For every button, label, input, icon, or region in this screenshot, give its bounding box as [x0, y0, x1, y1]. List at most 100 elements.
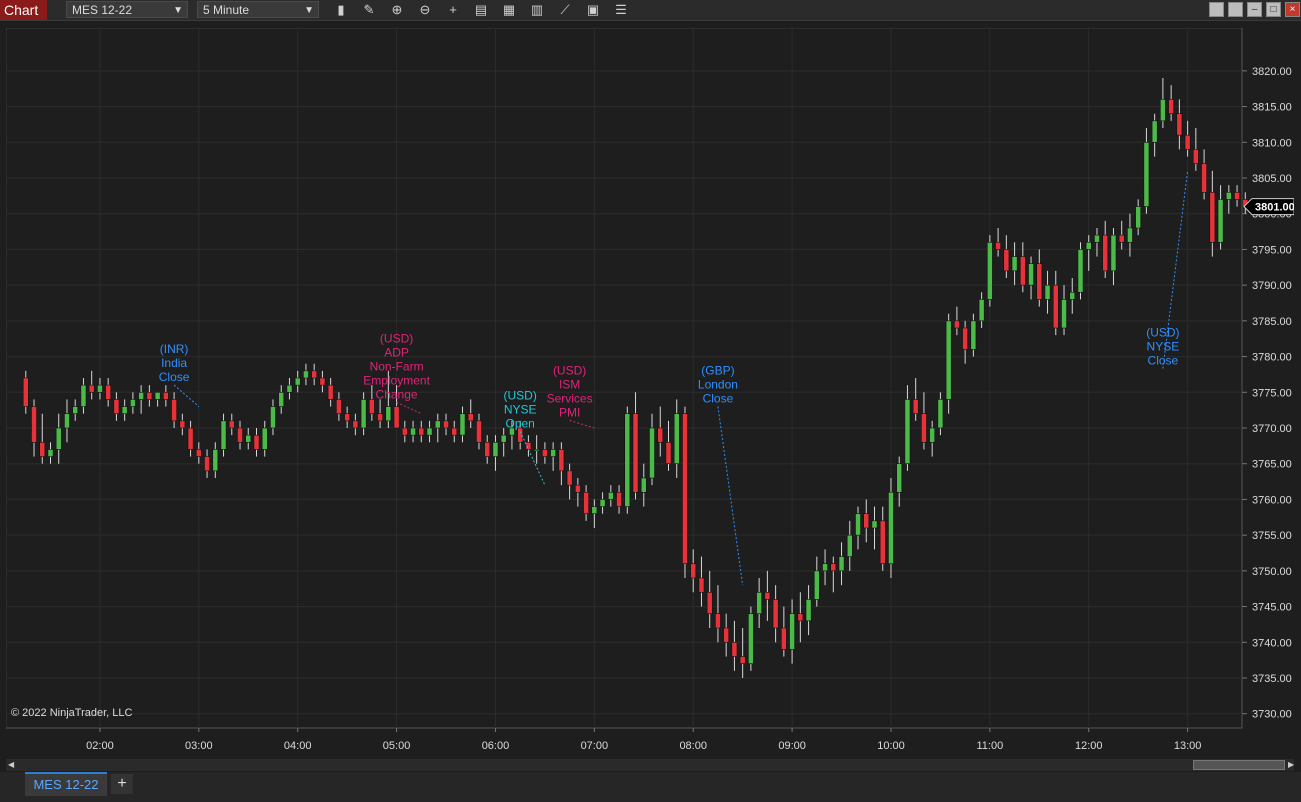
y-tick-label: 3735.00	[1252, 673, 1292, 685]
tab-instrument[interactable]: MES 12-22	[25, 772, 107, 796]
candle-body	[97, 384, 103, 393]
y-tick-label: 3820.00	[1252, 66, 1292, 78]
candle-body	[665, 441, 672, 465]
candle-body	[781, 627, 787, 650]
candle-body	[261, 427, 268, 450]
candle-body	[566, 470, 573, 486]
candle-body	[451, 427, 458, 436]
candle-body	[443, 420, 449, 429]
candle-body	[1234, 191, 1240, 200]
candle-body	[344, 413, 350, 422]
zoom-out-icon[interactable]: ⊖	[416, 1, 434, 19]
candle-body	[756, 591, 762, 615]
scroll-thumb[interactable]	[1193, 760, 1285, 770]
candle-body	[500, 434, 507, 443]
candle-body	[146, 391, 153, 400]
y-tick-label: 3760.00	[1252, 494, 1292, 506]
x-tick-label: 13:00	[1174, 740, 1202, 752]
candle-body	[888, 491, 894, 565]
candle-body	[410, 427, 416, 436]
list-icon[interactable]: ☰	[612, 1, 630, 19]
crosshair-icon[interactable]: +	[444, 1, 462, 19]
price-chart[interactable]: 3730.00 3735.00 3740.00 3745.00 3750.00 3755.…	[6, 28, 1294, 760]
link-icon[interactable]	[1228, 2, 1243, 17]
chart-title-tab[interactable]: Chart	[0, 0, 47, 20]
candle-body	[706, 591, 713, 615]
minimize-icon[interactable]: –	[1247, 2, 1262, 17]
interval-selector[interactable]: 5 Minute ▼	[197, 1, 319, 18]
candle-body	[682, 413, 688, 565]
zoom-in-icon[interactable]: ⊕	[388, 1, 406, 19]
candle-body	[311, 370, 318, 379]
close-icon[interactable]: ×	[1285, 2, 1300, 17]
candle-body	[1217, 199, 1224, 243]
candle-body	[1044, 284, 1051, 300]
candle-body	[130, 399, 136, 407]
candle-body	[632, 413, 639, 493]
candle-body	[294, 377, 301, 386]
candle-body	[327, 384, 334, 400]
candle-body	[228, 420, 235, 429]
templates-icon[interactable]: ▦	[500, 1, 518, 19]
candle-body	[830, 563, 837, 572]
candle-body	[426, 427, 433, 436]
scroll-right-icon[interactable]: ▶	[1288, 760, 1294, 769]
horizontal-scrollbar[interactable]	[6, 759, 1294, 771]
maximize-icon[interactable]: □	[1266, 2, 1281, 17]
y-tick-label: 3755.00	[1252, 530, 1292, 542]
candle-body	[1011, 256, 1018, 272]
candle-body	[459, 413, 466, 436]
candle-body	[121, 406, 128, 415]
candle-body	[1193, 149, 1199, 165]
candle-body	[303, 370, 309, 379]
bar-type-icon[interactable]: ▮	[332, 1, 350, 19]
x-tick-label: 12:00	[1075, 740, 1103, 752]
add-tab-button[interactable]: +	[111, 774, 133, 794]
candle-body	[1094, 234, 1100, 243]
candle-body	[995, 241, 1001, 250]
data-box-icon[interactable]: ▣	[584, 1, 602, 19]
candle-body	[1168, 99, 1174, 115]
candle-body	[657, 427, 664, 443]
candle-body	[772, 599, 779, 629]
strategies-icon[interactable]: ⟋	[556, 1, 574, 19]
candle-body	[1127, 227, 1133, 243]
pencil-icon[interactable]: ✎	[360, 1, 378, 19]
candle-body	[987, 241, 993, 300]
candle-body	[871, 520, 878, 529]
copyright-label: © 2022 NinjaTrader, LLC	[11, 707, 132, 719]
candle-body	[805, 599, 812, 622]
properties-icon[interactable]: ▤	[472, 1, 490, 19]
scroll-left-icon[interactable]: ◀	[8, 760, 14, 769]
candle-body	[1102, 234, 1109, 272]
y-tick-label: 3810.00	[1252, 137, 1292, 149]
candle-body	[418, 427, 425, 436]
tile-icon[interactable]	[1209, 2, 1224, 17]
candle-body	[393, 406, 400, 429]
candle-body	[929, 427, 936, 443]
candle-body	[270, 406, 276, 429]
candle-body	[1061, 299, 1067, 329]
candle-body	[163, 391, 169, 400]
candle-body	[1160, 99, 1166, 122]
candle-body	[360, 399, 367, 429]
instrument-label: MES 12-22	[72, 3, 133, 17]
candle-body	[954, 320, 960, 329]
candle-body	[204, 456, 210, 472]
candle-body	[1143, 141, 1150, 207]
candle-body	[1069, 291, 1076, 300]
y-tick-label: 3795.00	[1252, 244, 1292, 256]
indicators-icon[interactable]: ▥	[528, 1, 546, 19]
candle-body	[731, 641, 738, 657]
candle-body	[673, 413, 680, 465]
candle-body	[253, 434, 260, 450]
candle-body	[434, 420, 441, 429]
instrument-selector[interactable]: MES 12-22 ▼	[66, 1, 188, 18]
candle-body	[698, 577, 705, 593]
x-tick-label: 10:00	[877, 740, 905, 752]
candle-body	[912, 399, 919, 415]
candle-body	[369, 399, 375, 415]
candle-body	[47, 449, 54, 457]
candle-body	[1110, 234, 1117, 272]
candle-body	[1003, 249, 1010, 272]
